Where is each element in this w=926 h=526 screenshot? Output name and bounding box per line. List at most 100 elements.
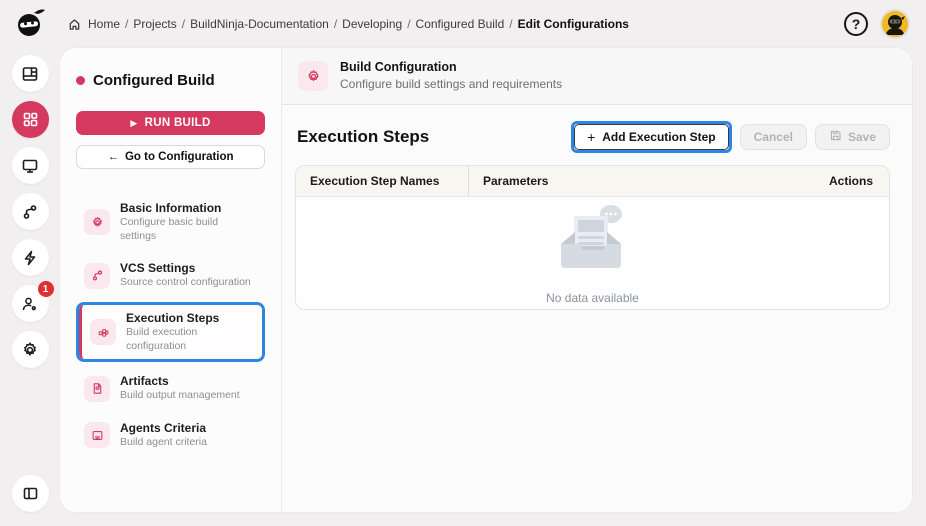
- nav-item-subtitle: Build execution configuration: [126, 325, 198, 352]
- gear-icon: [84, 209, 110, 236]
- play-icon: ▶: [130, 117, 138, 128]
- breadcrumb-separator: /: [125, 17, 129, 31]
- section-title: Execution Steps: [297, 127, 430, 146]
- panel-toggle-icon: [22, 485, 39, 502]
- help-button[interactable]: ?: [844, 12, 868, 36]
- go-to-configuration-button[interactable]: ← Go to Configuration: [76, 145, 265, 169]
- gear-icon: [298, 61, 328, 91]
- config-nav: Basic Information Configure basic build …: [76, 195, 265, 455]
- nav-item-title: Basic Information: [120, 201, 222, 215]
- blocks-icon: [90, 319, 116, 346]
- rail-item-projects-active[interactable]: [11, 101, 49, 138]
- build-sidebar: Configured Build ▶ RUN BUILD ← Go to Con…: [60, 48, 282, 512]
- nav-item-subtitle: Build agent criteria: [120, 435, 207, 448]
- nav-item-artifacts[interactable]: Artifacts Build output management: [76, 368, 265, 409]
- nav-item-text: Agents Criteria Build agent criteria: [120, 421, 207, 450]
- empty-inbox-illustration: [547, 202, 639, 285]
- project-title: Configured Build: [93, 72, 215, 89]
- nav-item-vcs-settings[interactable]: VCS Settings Source control configuratio…: [76, 255, 265, 296]
- breadcrumb-buildninja-documentation[interactable]: BuildNinja-Documentation: [190, 17, 329, 31]
- add-execution-step-label: Add Execution Step: [602, 130, 716, 144]
- save-button[interactable]: Save: [814, 124, 890, 150]
- breadcrumb-edit-configurations: Edit Configurations: [517, 17, 629, 31]
- add-execution-step-button[interactable]: + Add Execution Step: [574, 124, 729, 150]
- arrow-left-icon: ←: [107, 151, 119, 163]
- nav-item-text: Artifacts Build output management: [120, 374, 240, 403]
- nav-item-title: Execution Steps: [126, 310, 220, 325]
- breadcrumb-projects[interactable]: Projects: [133, 17, 176, 31]
- grid-apps-icon: [22, 111, 39, 128]
- rail-item-dashboard[interactable]: [11, 55, 49, 92]
- user-avatar[interactable]: [880, 9, 910, 39]
- main-panel: Build Configuration Configure build sett…: [282, 48, 912, 512]
- app-logo[interactable]: [10, 6, 50, 46]
- nav-item-execution-steps[interactable]: Execution Steps Build execution configur…: [79, 304, 262, 360]
- execution-steps-section: Execution Steps + Add Execution Step Can…: [282, 105, 912, 512]
- save-label: Save: [847, 130, 876, 144]
- section-actions: + Add Execution Step Cancel Save: [571, 121, 890, 153]
- content-shell: Configured Build ▶ RUN BUILD ← Go to Con…: [60, 48, 912, 512]
- top-bar: Home / Projects / BuildNinja-Documentati…: [60, 0, 926, 48]
- git-branch-icon: [84, 262, 110, 289]
- app-window: 1 Home / Projects / BuildNinja-Documenta…: [0, 0, 926, 526]
- table-empty-state: No data available: [296, 197, 889, 309]
- breadcrumb-separator: /: [407, 17, 411, 31]
- column-header-step-names: Execution Step Names: [310, 174, 440, 188]
- nav-item-text: Execution Steps Build execution configur…: [126, 311, 254, 353]
- ninja-logo-icon: [12, 6, 48, 47]
- home-icon: [68, 18, 81, 31]
- nav-item-title: Artifacts: [120, 374, 169, 389]
- nav-item-subtitle: Source control configuration: [120, 276, 251, 289]
- nav-item-text: Basic Information Configure basic build …: [120, 201, 257, 243]
- nav-item-subtitle: Build output management: [120, 389, 240, 402]
- file-icon: [84, 375, 110, 402]
- nav-item-agents-criteria[interactable]: Agents Criteria Build agent criteria: [76, 415, 265, 456]
- nav-item-text: VCS Settings Source control configuratio…: [120, 261, 251, 290]
- layout-dashboard-icon: [21, 65, 39, 83]
- breadcrumb-separator: /: [181, 17, 186, 31]
- execution-steps-table: Execution Step Names Parameters Actions: [295, 165, 890, 310]
- status-dot: [76, 76, 85, 85]
- save-icon: [829, 129, 842, 145]
- rail-item-activity[interactable]: [11, 239, 49, 276]
- column-header-actions: Actions: [829, 174, 874, 188]
- table-header-row: Execution Step Names Parameters Actions: [296, 166, 889, 197]
- nav-item-subtitle: Configure basic build settings: [120, 216, 219, 242]
- run-build-label: RUN BUILD: [144, 117, 211, 129]
- nav-item-title: VCS Settings: [120, 261, 196, 276]
- page-subtitle: Configure build settings and requirement…: [340, 77, 563, 92]
- nav-item-title: Agents Criteria: [120, 420, 207, 435]
- cancel-button[interactable]: Cancel: [739, 124, 807, 150]
- breadcrumb-developing[interactable]: Developing: [342, 17, 402, 31]
- ninja-avatar-icon: [882, 11, 908, 37]
- build-configuration-header: Build Configuration Configure build sett…: [282, 48, 912, 105]
- rail-item-vcs[interactable]: [11, 193, 49, 230]
- annotation-box-add-execution-step: + Add Execution Step: [571, 121, 732, 153]
- go-to-configuration-label: Go to Configuration: [124, 151, 234, 163]
- breadcrumb-separator: /: [333, 17, 338, 31]
- project-title-row: Configured Build: [76, 72, 265, 89]
- nav-item-basic-information[interactable]: Basic Information Configure basic build …: [76, 195, 265, 249]
- page-title: Build Configuration: [340, 59, 457, 74]
- git-branch-icon: [21, 203, 39, 221]
- user-gear-icon: [21, 295, 39, 313]
- rail-item-agents[interactable]: [11, 147, 49, 184]
- rail-item-user-management[interactable]: 1: [11, 281, 54, 322]
- breadcrumb-separator: /: [509, 17, 513, 31]
- lightning-icon: [21, 249, 39, 267]
- breadcrumb: Home / Projects / BuildNinja-Documentati…: [68, 17, 629, 31]
- run-build-button[interactable]: ▶ RUN BUILD: [76, 111, 265, 135]
- breadcrumb-configured-build[interactable]: Configured Build: [416, 17, 505, 31]
- annotation-box-execution-steps: Execution Steps Build execution configur…: [76, 301, 265, 363]
- column-header-parameters: Parameters: [468, 166, 815, 196]
- rail-item-collapse-panel[interactable]: [11, 475, 49, 512]
- notification-badge: 1: [37, 281, 54, 297]
- rail-item-settings[interactable]: [11, 331, 49, 368]
- empty-state-text: No data available: [546, 290, 639, 305]
- monitor-icon: [21, 157, 39, 175]
- topbar-actions: ?: [844, 9, 910, 39]
- breadcrumb-home[interactable]: Home: [88, 17, 120, 31]
- section-header-row: Execution Steps + Add Execution Step Can…: [297, 121, 890, 153]
- question-mark-icon: ?: [851, 16, 861, 32]
- plus-icon: +: [587, 129, 596, 145]
